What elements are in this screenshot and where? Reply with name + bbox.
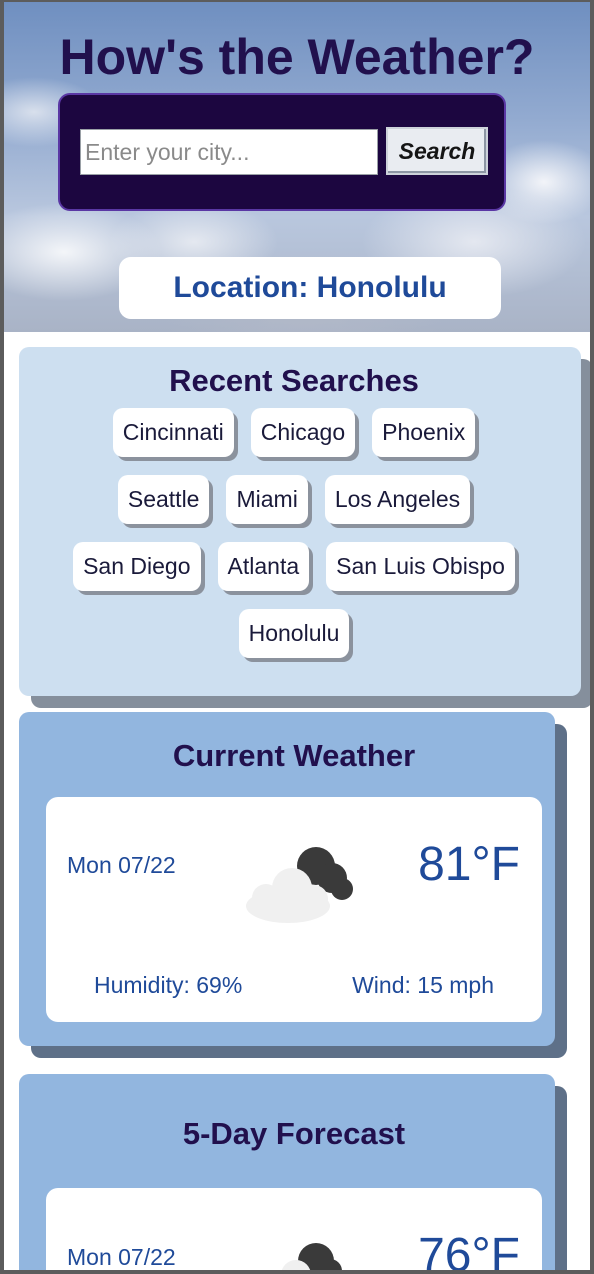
recent-city-button[interactable]: Los Angeles: [324, 475, 471, 524]
recent-searches-panel: Recent Searches Cincinnati Chicago Phoen…: [19, 347, 581, 696]
forecast-date: Mon 07/22: [67, 1244, 176, 1270]
recent-city-button[interactable]: San Luis Obispo: [326, 542, 515, 591]
recent-city-button[interactable]: San Diego: [73, 542, 201, 591]
search-button[interactable]: Search: [386, 127, 488, 175]
city-search-input[interactable]: [80, 129, 378, 175]
hero-header: How's the Weather? Search Location: Hono…: [4, 2, 590, 332]
forecast-day-card: Mon 07/22 76°F: [46, 1188, 542, 1270]
forecast-title: 5-Day Forecast: [182, 1116, 406, 1151]
recent-city-button[interactable]: Miami: [226, 475, 308, 524]
recent-searches-list: Cincinnati Chicago Phoenix Seattle Miami…: [59, 408, 529, 658]
recent-city-button[interactable]: Honolulu: [238, 609, 350, 658]
humidity-value: Humidity: 69%: [94, 972, 243, 998]
recent-city-button[interactable]: Phoenix: [372, 408, 476, 457]
current-weather-title: Current Weather: [172, 738, 416, 773]
partly-cloudy-night-icon: [246, 847, 353, 923]
recent-city-button[interactable]: Cincinnati: [112, 408, 234, 457]
current-weather-card: Mon 07/22 81°F Humidity: 69% Wind: 15 mp…: [46, 797, 542, 1022]
location-label: Location: Honolulu: [119, 257, 501, 319]
current-weather-panel: Current Weather Mon 07/22 81°F Humidity:…: [19, 712, 555, 1046]
recent-city-button[interactable]: Atlanta: [217, 542, 310, 591]
recent-city-button[interactable]: Seattle: [117, 475, 210, 524]
recent-searches-title: Recent Searches: [169, 363, 419, 398]
forecast-temperature: 76°F: [418, 1229, 520, 1270]
search-panel: Search: [58, 93, 506, 211]
forecast-panel: 5-Day Forecast Mon 07/22 76°F: [19, 1074, 555, 1270]
recent-city-button[interactable]: Chicago: [250, 408, 356, 457]
app-frame: How's the Weather? Search Location: Hono…: [4, 2, 590, 1270]
temperature-value: 81°F: [418, 838, 520, 891]
weather-date: Mon 07/22: [67, 852, 176, 878]
partly-cloudy-night-icon: [281, 1243, 342, 1270]
page-title: How's the Weather?: [59, 29, 535, 85]
wind-value: Wind: 15 mph: [352, 972, 494, 998]
